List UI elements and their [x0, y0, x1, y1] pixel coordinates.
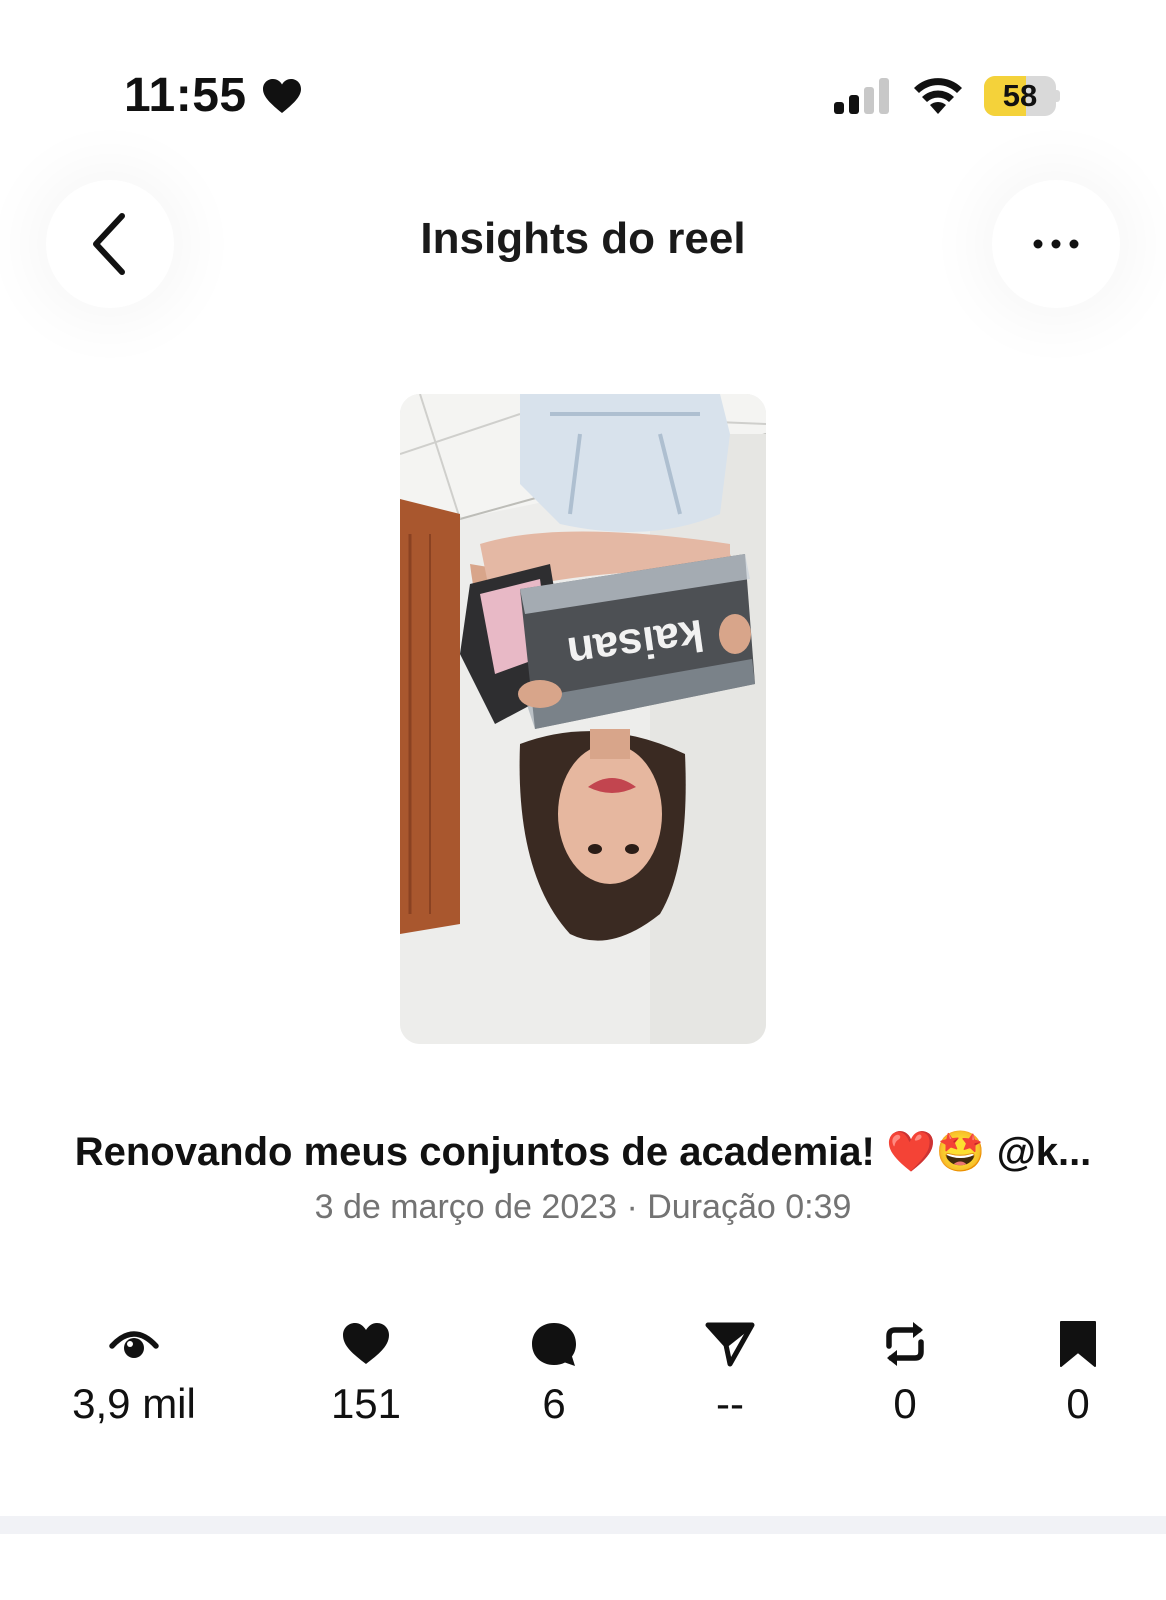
battery-body: 58	[984, 76, 1056, 116]
metric-shares-value: --	[716, 1380, 744, 1427]
comment-icon	[532, 1323, 576, 1366]
metric-reposts-value: 0	[893, 1380, 917, 1427]
section-divider	[0, 1516, 1166, 1534]
wifi-icon	[914, 78, 962, 114]
metrics-row: 3,9 mil 151 6 -- 0 0	[0, 1320, 1166, 1440]
reel-insights-screen: 11:55 58 Insights do reel kaisan Renovan…	[0, 0, 1166, 1600]
battery-indicator: 58	[984, 76, 1060, 116]
eye-icon	[109, 1331, 159, 1358]
metric-likes-value: 151	[330, 1380, 402, 1427]
bookmark-icon	[1060, 1321, 1096, 1367]
metric-comments-value: 6	[542, 1380, 566, 1427]
reel-thumbnail[interactable]: kaisan	[400, 394, 766, 1044]
metric-shares[interactable]: --	[640, 1320, 820, 1428]
metric-views-value: 3,9 mil	[72, 1380, 196, 1427]
more-options-button[interactable]	[992, 180, 1120, 308]
reel-date-duration: 3 de março de 2023 · Duração 0:39	[314, 1188, 852, 1226]
reel-thumbnail-image: kaisan	[400, 394, 766, 1044]
repost-icon	[886, 1322, 924, 1366]
cellular-signal-icon	[834, 78, 889, 114]
battery-tip	[1056, 90, 1060, 102]
heart-icon	[343, 1323, 389, 1364]
status-bar: 11:55 58	[0, 0, 1166, 190]
heart-icon	[262, 78, 301, 113]
battery-percent: 58	[1002, 78, 1038, 113]
metric-likes[interactable]: 151	[276, 1320, 456, 1428]
metric-views[interactable]: 3,9 mil	[44, 1320, 224, 1428]
page-title: Insights do reel	[420, 214, 746, 263]
status-time-group: 11:55	[124, 68, 303, 123]
share-icon	[705, 1322, 755, 1367]
ellipsis-icon	[1033, 239, 1079, 249]
status-time: 11:55	[124, 69, 247, 122]
metric-saves[interactable]: 0	[988, 1320, 1166, 1428]
metric-comments[interactable]: 6	[464, 1320, 644, 1428]
metric-reposts[interactable]: 0	[815, 1320, 995, 1428]
reel-caption: Renovando meus conjuntos de academia! ❤️…	[74, 1130, 1092, 1174]
metric-saves-value: 0	[1066, 1380, 1090, 1427]
